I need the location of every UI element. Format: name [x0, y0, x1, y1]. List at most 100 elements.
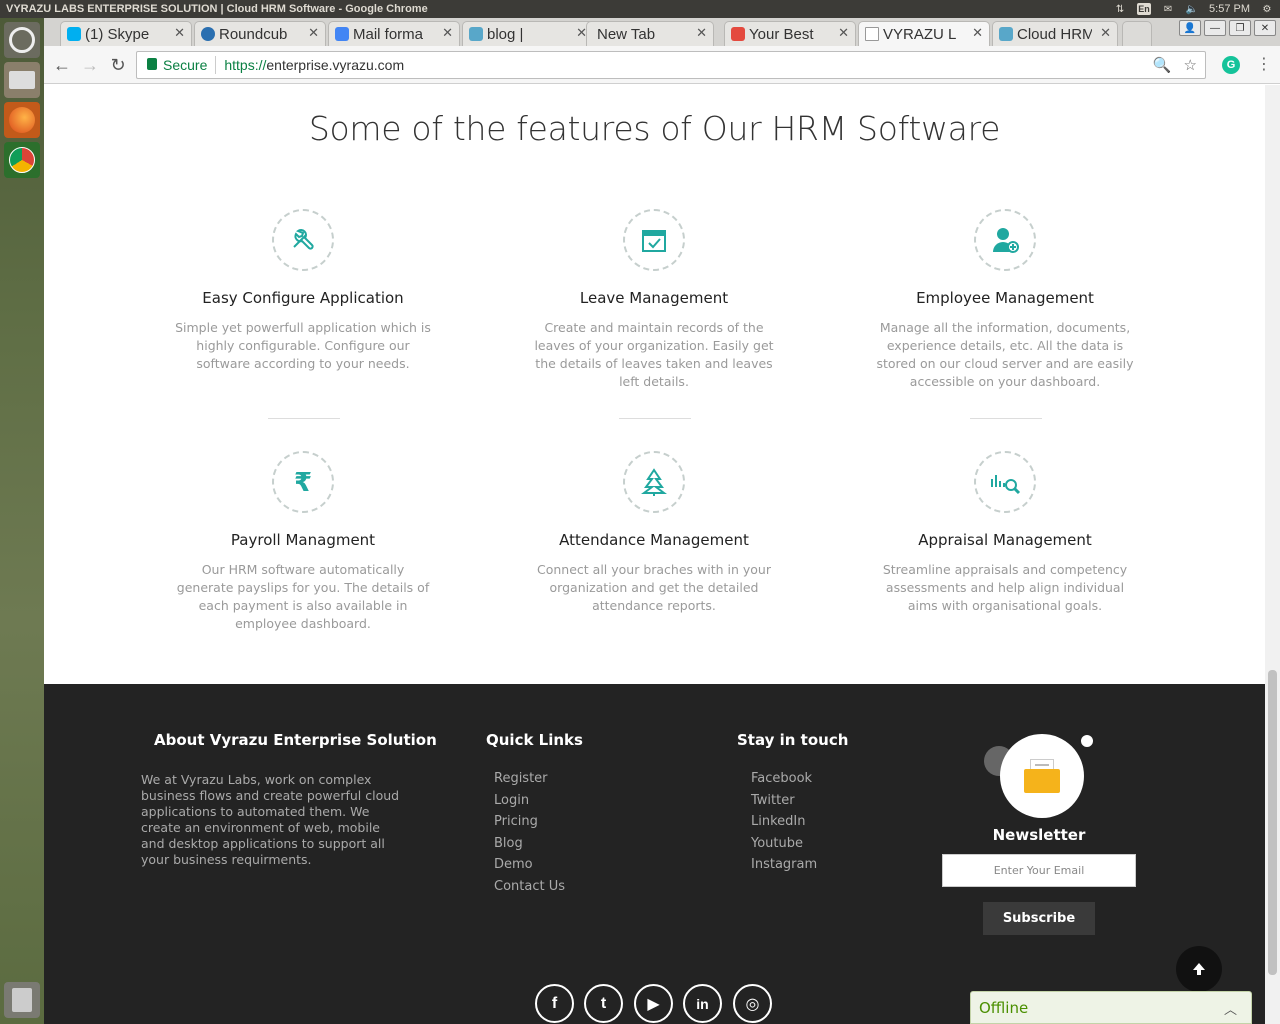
feature-description: Streamline appraisals and competency ass… [882, 562, 1128, 613]
tab-mail-format[interactable]: Mail forma ✕ [328, 21, 460, 46]
volume-icon[interactable]: 🔈 [1185, 3, 1199, 15]
tab-new-tab[interactable]: New Tab ✕ [586, 21, 714, 46]
new-tab-button[interactable] [1122, 21, 1152, 46]
firefox-icon[interactable] [4, 102, 40, 138]
docs-icon [335, 27, 349, 41]
chrome-icon[interactable] [4, 142, 40, 178]
keyboard-layout-indicator[interactable]: En [1137, 3, 1152, 15]
tree-network-icon [623, 451, 685, 513]
twitter-icon[interactable]: t [584, 984, 623, 1023]
chat-status: Offline [979, 998, 1029, 1017]
trash-icon[interactable] [4, 982, 40, 1018]
feature-card: Leave Management Create and maintain rec… [524, 209, 784, 391]
window-title: VYRAZU LABS ENTERPRISE SOLUTION | Cloud … [6, 3, 428, 15]
reload-icon[interactable]: ↻ [108, 55, 128, 75]
divider [268, 418, 340, 419]
calendar-check-icon [623, 209, 685, 271]
zoom-icon[interactable]: 🔍 [1153, 56, 1172, 74]
network-icon[interactable]: ⇅ [1113, 3, 1127, 15]
url-host: enterprise.vyrazu.com [266, 57, 405, 73]
ubuntu-dash-icon[interactable] [4, 22, 40, 58]
close-icon[interactable]: ✕ [174, 25, 185, 41]
skype-icon [67, 27, 81, 41]
quick-link-pricing[interactable]: Pricing [494, 811, 565, 833]
feature-description: Connect all your braches with in your or… [537, 562, 771, 613]
scroll-to-top-button[interactable] [1176, 946, 1222, 992]
envelope-icon [731, 27, 745, 41]
social-links-list: Facebook Twitter LinkedIn Youtube Instag… [751, 768, 817, 876]
address-bar[interactable]: Secure https:// enterprise.vyrazu.com 🔍 … [136, 51, 1206, 79]
link-twitter[interactable]: Twitter [751, 790, 817, 812]
quick-link-register[interactable]: Register [494, 768, 565, 790]
quick-link-blog[interactable]: Blog [494, 833, 565, 855]
facebook-icon[interactable]: f [535, 984, 574, 1023]
quick-links-list: Register Login Pricing Blog Demo Contact… [494, 768, 565, 898]
close-icon[interactable]: ✕ [1100, 25, 1111, 41]
link-facebook[interactable]: Facebook [751, 768, 817, 790]
tab-vyrazu-active[interactable]: VYRAZU L ✕ [858, 21, 990, 46]
linkedin-icon[interactable]: in [683, 984, 722, 1023]
quick-link-login[interactable]: Login [494, 790, 565, 812]
page-icon [865, 27, 879, 41]
feature-description: Manage all the information, documents, e… [876, 320, 1134, 389]
stay-in-touch-heading: Stay in touch [737, 731, 849, 749]
tab-your-best[interactable]: Your Best ✕ [724, 21, 856, 46]
back-arrow-icon[interactable]: ← [52, 55, 72, 75]
secure-indicator[interactable]: Secure [137, 57, 207, 73]
close-icon[interactable]: ✕ [838, 25, 849, 41]
feature-description: Our HRM software automatically generate … [176, 562, 430, 631]
unity-launcher [0, 18, 44, 1024]
quick-links-heading: Quick Links [486, 731, 583, 749]
site-footer: About Vyrazu Enterprise Solution We at V… [44, 684, 1265, 1024]
roundcube-icon [201, 27, 215, 41]
close-icon[interactable]: ✕ [308, 25, 319, 41]
tab-skype[interactable]: (1) Skype ✕ [60, 21, 192, 46]
browser-toolbar: ← → ↻ Secure https:// enterprise.vyrazu.… [44, 46, 1280, 84]
window-controls: 👤 — ❐ ✕ [1179, 20, 1276, 36]
live-chat-widget[interactable]: Offline ︿ [970, 991, 1252, 1024]
files-icon[interactable] [4, 62, 40, 98]
quick-link-contact[interactable]: Contact Us [494, 876, 565, 898]
link-instagram[interactable]: Instagram [751, 854, 817, 876]
grammarly-extension-icon[interactable]: G [1222, 56, 1240, 74]
forward-arrow-icon[interactable]: → [80, 55, 100, 75]
os-top-panel: VYRAZU LABS ENTERPRISE SOLUTION | Cloud … [0, 0, 1280, 18]
bookmark-star-icon[interactable]: ☆ [1184, 56, 1197, 74]
feature-title: Payroll Managment [230, 531, 376, 549]
scrollbar-thumb[interactable] [1268, 670, 1277, 975]
gear-icon[interactable]: ⚙ [1260, 3, 1274, 15]
divider [970, 418, 1042, 419]
close-icon[interactable]: ✕ [972, 25, 983, 41]
subscribe-button[interactable]: Subscribe [983, 902, 1095, 935]
feature-card: Employee Management Manage all the infor… [875, 209, 1135, 391]
feature-title: Leave Management [579, 289, 729, 307]
link-youtube[interactable]: Youtube [751, 833, 817, 855]
envelope-icon [1024, 759, 1060, 793]
kebab-menu-icon[interactable]: ⋮ [1256, 54, 1272, 74]
chart-search-icon [974, 451, 1036, 513]
mail-icon[interactable]: ✉ [1161, 3, 1175, 15]
tab-roundcube[interactable]: Roundcub ✕ [194, 21, 326, 46]
link-linkedin[interactable]: LinkedIn [751, 811, 817, 833]
clock[interactable]: 5:57 PM [1209, 3, 1250, 15]
newsletter-email-input[interactable] [942, 854, 1136, 887]
close-icon[interactable]: ✕ [696, 25, 707, 41]
lock-icon [147, 58, 157, 70]
minimize-button[interactable]: — [1204, 20, 1226, 36]
close-icon[interactable]: ✕ [442, 25, 453, 41]
quick-link-demo[interactable]: Demo [494, 854, 565, 876]
profile-icon[interactable]: 👤 [1179, 20, 1201, 36]
close-window-button[interactable]: ✕ [1254, 20, 1276, 36]
chevron-up-icon[interactable]: ︿ [1224, 999, 1237, 1018]
youtube-icon[interactable]: ▶ [634, 984, 673, 1023]
feature-title: Easy Configure Application [202, 289, 404, 307]
maximize-button[interactable]: ❐ [1229, 20, 1251, 36]
page-scrollbar[interactable] [1265, 85, 1280, 1024]
feature-card: Attendance Management Connect all your b… [524, 451, 784, 615]
tab-cloud-hrm[interactable]: Cloud HRM ✕ [992, 21, 1118, 46]
feature-description: Simple yet powerfull application which i… [175, 320, 431, 371]
tab-blog[interactable]: blog | ✕ [462, 21, 594, 46]
feature-title: Appraisal Management [918, 531, 1092, 549]
decorative-dot [1079, 733, 1095, 749]
instagram-icon[interactable]: ◎ [733, 984, 772, 1023]
